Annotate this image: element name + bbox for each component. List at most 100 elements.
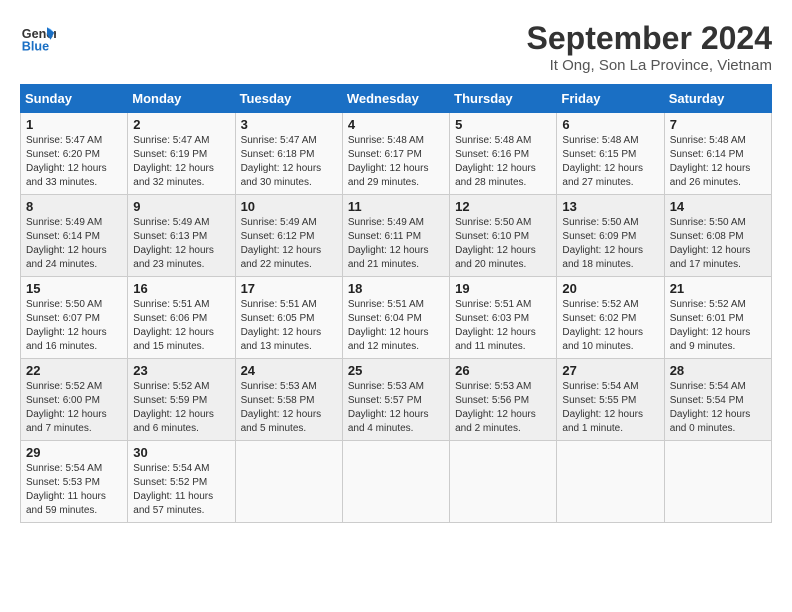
sunrise-time: Sunrise: 5:51 AM [241, 299, 317, 310]
sunset-time: Sunset: 6:02 PM [562, 313, 636, 324]
sunrise-time: Sunrise: 5:50 AM [670, 217, 746, 228]
calendar-cell: 5 Sunrise: 5:48 AM Sunset: 6:16 PM Dayli… [450, 113, 557, 195]
calendar-cell [450, 441, 557, 523]
day-number: 22 [26, 363, 122, 378]
day-info: Sunrise: 5:52 AM Sunset: 6:02 PM Dayligh… [562, 298, 658, 354]
day-number: 9 [133, 199, 229, 214]
day-info: Sunrise: 5:48 AM Sunset: 6:14 PM Dayligh… [670, 134, 766, 190]
sunset-time: Sunset: 5:59 PM [133, 395, 207, 406]
day-info: Sunrise: 5:50 AM Sunset: 6:10 PM Dayligh… [455, 216, 551, 272]
calendar-cell: 20 Sunrise: 5:52 AM Sunset: 6:02 PM Dayl… [557, 277, 664, 359]
day-number: 25 [348, 363, 444, 378]
day-number: 8 [26, 199, 122, 214]
col-tuesday: Tuesday [235, 85, 342, 113]
daylight-hours: Daylight: 12 hours and 20 minutes. [455, 245, 536, 270]
day-number: 3 [241, 117, 337, 132]
daylight-hours: Daylight: 12 hours and 26 minutes. [670, 163, 751, 188]
sunset-time: Sunset: 6:07 PM [26, 313, 100, 324]
daylight-hours: Daylight: 12 hours and 29 minutes. [348, 163, 429, 188]
sunset-time: Sunset: 6:09 PM [562, 231, 636, 242]
sunrise-time: Sunrise: 5:52 AM [26, 381, 102, 392]
calendar-cell [664, 441, 771, 523]
sunset-time: Sunset: 5:57 PM [348, 395, 422, 406]
daylight-hours: Daylight: 12 hours and 0 minutes. [670, 409, 751, 434]
daylight-hours: Daylight: 12 hours and 24 minutes. [26, 245, 107, 270]
calendar-cell: 11 Sunrise: 5:49 AM Sunset: 6:11 PM Dayl… [342, 195, 449, 277]
calendar-cell: 19 Sunrise: 5:51 AM Sunset: 6:03 PM Dayl… [450, 277, 557, 359]
daylight-hours: Daylight: 12 hours and 13 minutes. [241, 327, 322, 352]
header-row: Sunday Monday Tuesday Wednesday Thursday… [21, 85, 772, 113]
sunrise-time: Sunrise: 5:48 AM [348, 135, 424, 146]
sunrise-time: Sunrise: 5:52 AM [562, 299, 638, 310]
calendar-cell [342, 441, 449, 523]
col-thursday: Thursday [450, 85, 557, 113]
calendar-cell: 14 Sunrise: 5:50 AM Sunset: 6:08 PM Dayl… [664, 195, 771, 277]
sunrise-time: Sunrise: 5:51 AM [133, 299, 209, 310]
calendar-cell [557, 441, 664, 523]
sunset-time: Sunset: 5:53 PM [26, 477, 100, 488]
sunrise-time: Sunrise: 5:50 AM [455, 217, 531, 228]
day-number: 19 [455, 281, 551, 296]
day-info: Sunrise: 5:47 AM Sunset: 6:19 PM Dayligh… [133, 134, 229, 190]
sunset-time: Sunset: 6:14 PM [26, 231, 100, 242]
sunrise-time: Sunrise: 5:54 AM [26, 463, 102, 474]
day-info: Sunrise: 5:52 AM Sunset: 6:01 PM Dayligh… [670, 298, 766, 354]
col-friday: Friday [557, 85, 664, 113]
daylight-hours: Daylight: 12 hours and 10 minutes. [562, 327, 643, 352]
daylight-hours: Daylight: 12 hours and 18 minutes. [562, 245, 643, 270]
day-info: Sunrise: 5:53 AM Sunset: 5:56 PM Dayligh… [455, 380, 551, 436]
daylight-hours: Daylight: 12 hours and 32 minutes. [133, 163, 214, 188]
day-info: Sunrise: 5:50 AM Sunset: 6:08 PM Dayligh… [670, 216, 766, 272]
sunset-time: Sunset: 6:10 PM [455, 231, 529, 242]
daylight-hours: Daylight: 12 hours and 30 minutes. [241, 163, 322, 188]
day-info: Sunrise: 5:51 AM Sunset: 6:03 PM Dayligh… [455, 298, 551, 354]
day-info: Sunrise: 5:48 AM Sunset: 6:15 PM Dayligh… [562, 134, 658, 190]
daylight-hours: Daylight: 11 hours and 59 minutes. [26, 491, 106, 516]
sunrise-time: Sunrise: 5:54 AM [670, 381, 746, 392]
day-number: 21 [670, 281, 766, 296]
calendar-week-row: 15 Sunrise: 5:50 AM Sunset: 6:07 PM Dayl… [21, 277, 772, 359]
calendar-week-row: 22 Sunrise: 5:52 AM Sunset: 6:00 PM Dayl… [21, 359, 772, 441]
title-area: September 2024 It Ong, Son La Province, … [527, 20, 772, 74]
sunrise-time: Sunrise: 5:51 AM [455, 299, 531, 310]
calendar-title: September 2024 [527, 20, 772, 57]
day-info: Sunrise: 5:54 AM Sunset: 5:55 PM Dayligh… [562, 380, 658, 436]
calendar-cell: 21 Sunrise: 5:52 AM Sunset: 6:01 PM Dayl… [664, 277, 771, 359]
day-info: Sunrise: 5:52 AM Sunset: 6:00 PM Dayligh… [26, 380, 122, 436]
day-number: 18 [348, 281, 444, 296]
calendar-cell: 1 Sunrise: 5:47 AM Sunset: 6:20 PM Dayli… [21, 113, 128, 195]
calendar-cell: 10 Sunrise: 5:49 AM Sunset: 6:12 PM Dayl… [235, 195, 342, 277]
sunset-time: Sunset: 6:19 PM [133, 149, 207, 160]
calendar-cell: 3 Sunrise: 5:47 AM Sunset: 6:18 PM Dayli… [235, 113, 342, 195]
day-info: Sunrise: 5:51 AM Sunset: 6:05 PM Dayligh… [241, 298, 337, 354]
day-number: 10 [241, 199, 337, 214]
sunset-time: Sunset: 6:13 PM [133, 231, 207, 242]
logo-icon: General Blue [20, 20, 56, 56]
day-info: Sunrise: 5:49 AM Sunset: 6:13 PM Dayligh… [133, 216, 229, 272]
sunset-time: Sunset: 6:20 PM [26, 149, 100, 160]
day-info: Sunrise: 5:48 AM Sunset: 6:17 PM Dayligh… [348, 134, 444, 190]
day-number: 4 [348, 117, 444, 132]
daylight-hours: Daylight: 12 hours and 33 minutes. [26, 163, 107, 188]
calendar-cell: 9 Sunrise: 5:49 AM Sunset: 6:13 PM Dayli… [128, 195, 235, 277]
daylight-hours: Daylight: 12 hours and 6 minutes. [133, 409, 214, 434]
day-number: 17 [241, 281, 337, 296]
sunset-time: Sunset: 6:08 PM [670, 231, 744, 242]
sunrise-time: Sunrise: 5:53 AM [241, 381, 317, 392]
daylight-hours: Daylight: 12 hours and 22 minutes. [241, 245, 322, 270]
daylight-hours: Daylight: 12 hours and 21 minutes. [348, 245, 429, 270]
day-info: Sunrise: 5:48 AM Sunset: 6:16 PM Dayligh… [455, 134, 551, 190]
day-info: Sunrise: 5:54 AM Sunset: 5:53 PM Dayligh… [26, 462, 122, 518]
sunset-time: Sunset: 5:55 PM [562, 395, 636, 406]
day-number: 1 [26, 117, 122, 132]
day-number: 15 [26, 281, 122, 296]
sunset-time: Sunset: 6:00 PM [26, 395, 100, 406]
daylight-hours: Daylight: 12 hours and 9 minutes. [670, 327, 751, 352]
daylight-hours: Daylight: 12 hours and 28 minutes. [455, 163, 536, 188]
day-number: 13 [562, 199, 658, 214]
daylight-hours: Daylight: 11 hours and 57 minutes. [133, 491, 213, 516]
daylight-hours: Daylight: 12 hours and 17 minutes. [670, 245, 751, 270]
day-info: Sunrise: 5:53 AM Sunset: 5:57 PM Dayligh… [348, 380, 444, 436]
sunrise-time: Sunrise: 5:48 AM [562, 135, 638, 146]
calendar-table: Sunday Monday Tuesday Wednesday Thursday… [20, 84, 772, 523]
